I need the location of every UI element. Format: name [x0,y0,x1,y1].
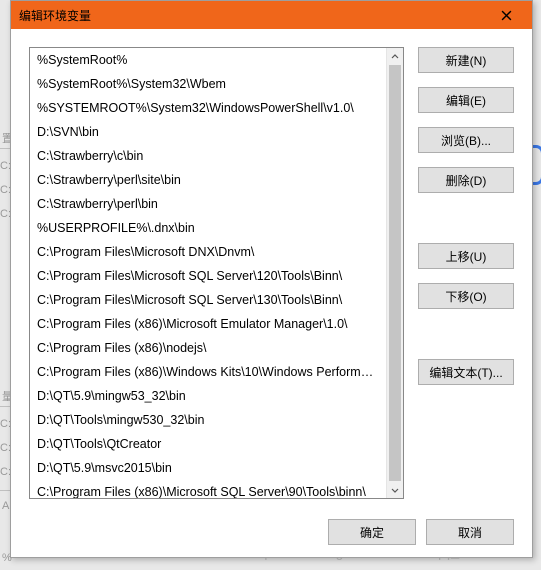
list-item[interactable]: C:\Strawberry\perl\site\bin [30,168,386,192]
side-buttons: 新建(N) 编辑(E) 浏览(B)... 删除(D) 上移(U) 下移(O) 编… [418,47,514,499]
close-button[interactable] [486,3,526,27]
list-item[interactable]: %SystemRoot% [30,48,386,72]
edit-text-button[interactable]: 编辑文本(T)... [418,359,514,385]
list-item[interactable]: C:\Program Files (x86)\Windows Kits\10\W… [30,360,386,384]
move-up-button[interactable]: 上移(U) [418,243,514,269]
chevron-up-icon [391,53,399,61]
new-button[interactable]: 新建(N) [418,47,514,73]
list-item[interactable]: C:\Program Files (x86)\nodejs\ [30,336,386,360]
scrollbar-track[interactable] [387,65,403,481]
dialog-content: %SystemRoot%%SystemRoot%\System32\Wbem%S… [11,29,532,557]
list-item[interactable]: D:\SVN\bin [30,120,386,144]
list-item[interactable]: C:\Program Files\Microsoft SQL Server\13… [30,288,386,312]
path-listbox[interactable]: %SystemRoot%%SystemRoot%\System32\Wbem%S… [29,47,404,499]
list-item[interactable]: %USERPROFILE%\.dnx\bin [30,216,386,240]
move-down-button[interactable]: 下移(O) [418,283,514,309]
scroll-up-button[interactable] [387,48,403,65]
edit-button[interactable]: 编辑(E) [418,87,514,113]
titlebar: 编辑环境变量 [11,1,532,29]
list-item[interactable]: C:\Program Files (x86)\Microsoft SQL Ser… [30,480,386,498]
list-item[interactable]: C:\Program Files (x86)\Microsoft Emulato… [30,312,386,336]
scrollbar-thumb[interactable] [389,65,401,481]
dialog-footer: 确定 取消 [29,499,514,545]
edit-env-var-dialog: 编辑环境变量 %SystemRoot%%SystemRoot%\System32… [10,0,533,558]
delete-button[interactable]: 删除(D) [418,167,514,193]
list-item[interactable]: %SystemRoot%\System32\Wbem [30,72,386,96]
close-icon [501,10,512,21]
list-item[interactable]: C:\Program Files\Microsoft DNX\Dnvm\ [30,240,386,264]
dialog-title: 编辑环境变量 [19,7,486,24]
scrollbar[interactable] [386,48,403,498]
list-item[interactable]: D:\QT\5.9\msvc2015\bin [30,456,386,480]
scroll-down-button[interactable] [387,481,403,498]
list-item[interactable]: D:\QT\5.9\mingw53_32\bin [30,384,386,408]
chevron-down-icon [391,486,399,494]
cancel-button[interactable]: 取消 [426,519,514,545]
list-item[interactable]: C:\Strawberry\perl\bin [30,192,386,216]
list-item[interactable]: D:\QT\Tools\mingw530_32\bin [30,408,386,432]
list-item[interactable]: D:\QT\Tools\QtCreator [30,432,386,456]
browse-button[interactable]: 浏览(B)... [418,127,514,153]
ok-button[interactable]: 确定 [328,519,416,545]
list-item[interactable]: %SYSTEMROOT%\System32\WindowsPowerShell\… [30,96,386,120]
list-item[interactable]: C:\Strawberry\c\bin [30,144,386,168]
list-item[interactable]: C:\Program Files\Microsoft SQL Server\12… [30,264,386,288]
